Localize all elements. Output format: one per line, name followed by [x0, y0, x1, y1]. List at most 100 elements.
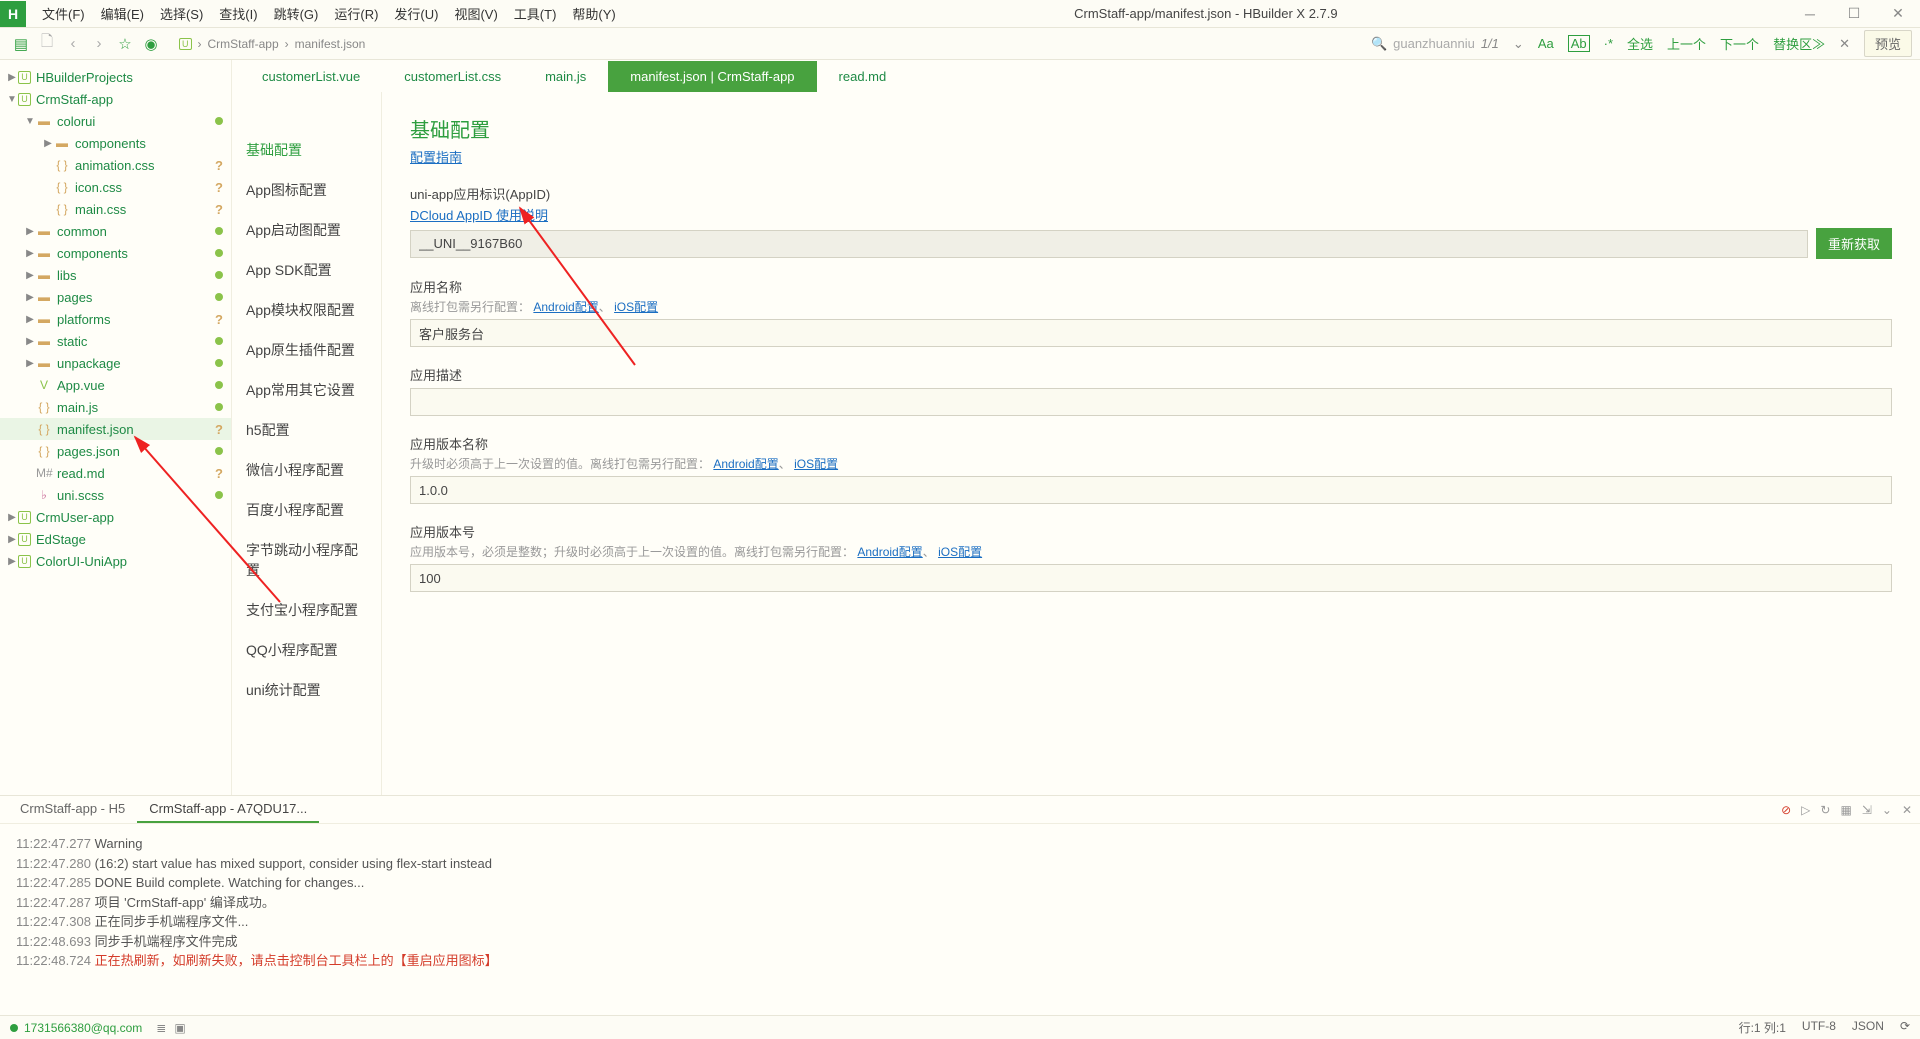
tree-node[interactable]: ▶▬libs	[0, 264, 231, 286]
config-nav-item[interactable]: App启动图配置	[232, 210, 381, 250]
menu-item[interactable]: 编辑(E)	[93, 0, 152, 27]
search-input[interactable]: 🔍 guanzhuanniu	[1371, 36, 1475, 52]
regex-toggle[interactable]: ·*	[1604, 36, 1613, 51]
tree-node[interactable]: VApp.vue	[0, 374, 231, 396]
refetch-button[interactable]: 重新获取	[1816, 228, 1892, 259]
console-close-icon[interactable]: ✕	[1902, 803, 1912, 817]
menu-item[interactable]: 工具(T)	[506, 0, 565, 27]
case-toggle[interactable]: Aa	[1538, 36, 1554, 51]
tree-node[interactable]: ♭uni.scss	[0, 484, 231, 506]
chevron-down-icon[interactable]: ⌄	[1513, 36, 1524, 52]
next-match[interactable]: 下一个	[1720, 34, 1759, 53]
maximize-button[interactable]: ☐	[1832, 0, 1876, 28]
appid-help-link[interactable]: DCloud AppID 使用说明	[410, 208, 548, 223]
console-run-icon[interactable]: ▷	[1801, 803, 1810, 817]
word-toggle[interactable]: Ab	[1568, 35, 1590, 52]
tree-node[interactable]: { }animation.css?	[0, 154, 231, 176]
tree-node[interactable]: ▶UCrmUser-app	[0, 506, 231, 528]
tree-node[interactable]: M#read.md?	[0, 462, 231, 484]
editor-tab[interactable]: customerList.css	[382, 61, 523, 92]
minimize-button[interactable]: ─	[1788, 0, 1832, 28]
menu-item[interactable]: 运行(R)	[326, 0, 386, 27]
config-nav-item[interactable]: 百度小程序配置	[232, 490, 381, 530]
tree-node[interactable]: ▶▬common	[0, 220, 231, 242]
status-user[interactable]: 1731566380@qq.com	[24, 1021, 142, 1035]
config-nav-item[interactable]: 基础配置	[232, 130, 381, 170]
appdesc-input[interactable]	[410, 388, 1892, 416]
new-file-icon[interactable]: ▤	[8, 32, 34, 56]
close-button[interactable]: ✕	[1876, 0, 1920, 28]
ios-config-link[interactable]: iOS配置	[614, 300, 658, 314]
config-nav-item[interactable]: App原生插件配置	[232, 330, 381, 370]
replace-area[interactable]: 替换区≫	[1773, 34, 1825, 53]
config-nav-item[interactable]: uni统计配置	[232, 670, 381, 710]
tree-node[interactable]: ▶▬pages	[0, 286, 231, 308]
console-collapse-icon[interactable]: ⌄	[1882, 803, 1892, 817]
appid-input[interactable]	[410, 230, 1808, 258]
menu-item[interactable]: 视图(V)	[446, 0, 505, 27]
config-nav-item[interactable]: App模块权限配置	[232, 290, 381, 330]
config-nav-item[interactable]: QQ小程序配置	[232, 630, 381, 670]
console-restart-icon[interactable]: ↻	[1820, 803, 1830, 817]
tree-node[interactable]: ▶▬platforms?	[0, 308, 231, 330]
config-nav-item[interactable]: 支付宝小程序配置	[232, 590, 381, 630]
ios-config-link-2[interactable]: iOS配置	[794, 457, 838, 471]
editor-tab[interactable]: customerList.vue	[240, 61, 382, 92]
android-config-link[interactable]: Android配置	[533, 300, 598, 314]
menu-item[interactable]: 跳转(G)	[266, 0, 327, 27]
tree-node[interactable]: ▶▬components	[0, 242, 231, 264]
tree-node[interactable]: { }pages.json	[0, 440, 231, 462]
tree-node[interactable]: ▼▬colorui	[0, 110, 231, 132]
preview-button[interactable]: 预览	[1864, 30, 1912, 57]
config-nav-item[interactable]: h5配置	[232, 410, 381, 450]
config-nav-item[interactable]: 微信小程序配置	[232, 450, 381, 490]
android-config-link-2[interactable]: Android配置	[713, 457, 778, 471]
save-icon[interactable]: 🗋	[34, 32, 60, 56]
console-export-icon[interactable]: ⇲	[1862, 803, 1872, 817]
status-list-icon[interactable]: ≣	[156, 1021, 166, 1035]
menu-item[interactable]: 发行(U)	[386, 0, 446, 27]
close-search[interactable]: ✕	[1839, 36, 1850, 52]
android-config-link-3[interactable]: Android配置	[857, 545, 922, 559]
editor-tab[interactable]: manifest.json | CrmStaff-app	[608, 61, 816, 92]
run-icon[interactable]: ☆	[112, 32, 138, 56]
status-language[interactable]: JSON	[1852, 1019, 1884, 1036]
nav-back-icon[interactable]: ‹	[60, 32, 86, 56]
config-guide-link[interactable]: 配置指南	[410, 150, 462, 165]
ios-config-link-3[interactable]: iOS配置	[938, 545, 982, 559]
tree-node[interactable]: ▶UHBuilderProjects	[0, 66, 231, 88]
tree-node[interactable]: ▶▬unpackage	[0, 352, 231, 374]
editor-tab[interactable]: main.js	[523, 61, 608, 92]
debug-icon[interactable]: ◉	[138, 32, 164, 56]
vercode-input[interactable]	[410, 564, 1892, 592]
config-nav-item[interactable]: App常用其它设置	[232, 370, 381, 410]
menu-item[interactable]: 选择(S)	[152, 0, 211, 27]
vername-input[interactable]	[410, 476, 1892, 504]
menu-item[interactable]: 查找(I)	[211, 0, 265, 27]
select-all[interactable]: 全选	[1627, 34, 1653, 53]
status-terminal-icon[interactable]: ▣	[174, 1021, 185, 1035]
editor-tab[interactable]: read.md	[817, 61, 909, 92]
tree-node[interactable]: { }main.css?	[0, 198, 231, 220]
tree-node[interactable]: { }manifest.json?	[0, 418, 231, 440]
tree-node[interactable]: ▶▬components	[0, 132, 231, 154]
status-sync-icon[interactable]: ⟳	[1900, 1019, 1910, 1036]
config-nav-item[interactable]: 字节跳动小程序配置	[232, 530, 381, 590]
console-tab[interactable]: CrmStaff-app - H5	[8, 796, 137, 823]
tree-node[interactable]: ▶UColorUI-UniApp	[0, 550, 231, 572]
nav-forward-icon[interactable]: ›	[86, 32, 112, 56]
console-tab[interactable]: CrmStaff-app - A7QDU17...	[137, 796, 319, 823]
tree-node[interactable]: { }main.js	[0, 396, 231, 418]
tree-node[interactable]: ▶UEdStage	[0, 528, 231, 550]
config-nav-item[interactable]: App SDK配置	[232, 250, 381, 290]
tree-node[interactable]: ▶▬static	[0, 330, 231, 352]
status-encoding[interactable]: UTF-8	[1802, 1019, 1836, 1036]
console-clear-icon[interactable]: ▦	[1840, 803, 1851, 817]
tree-node[interactable]: ▼UCrmStaff-app	[0, 88, 231, 110]
appname-input[interactable]	[410, 319, 1892, 347]
menu-item[interactable]: 帮助(Y)	[564, 0, 623, 27]
menu-item[interactable]: 文件(F)	[34, 0, 93, 27]
prev-match[interactable]: 上一个	[1667, 34, 1706, 53]
tree-node[interactable]: { }icon.css?	[0, 176, 231, 198]
config-nav-item[interactable]: App图标配置	[232, 170, 381, 210]
